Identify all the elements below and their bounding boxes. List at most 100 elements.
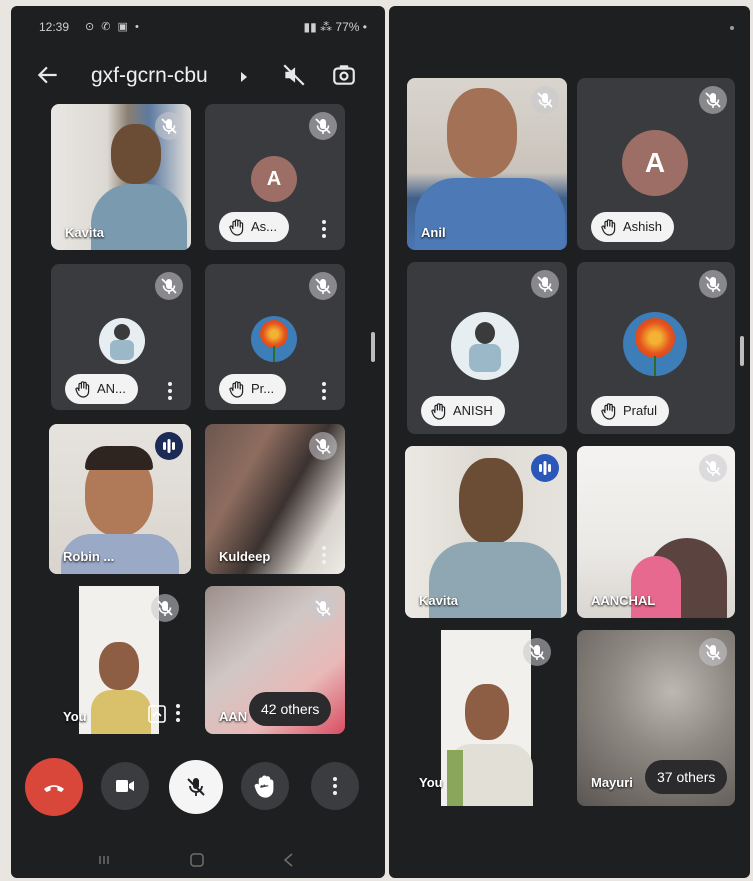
participant-name: Robin ... [63, 549, 115, 564]
participant-clothing [631, 556, 681, 618]
switch-camera-icon[interactable] [331, 62, 357, 88]
more-vert-icon[interactable] [167, 382, 173, 402]
participant-tile-as[interactable]: A As... [205, 104, 345, 250]
more-vert-icon [332, 777, 338, 797]
avatar: A [251, 156, 297, 202]
mic-off-icon [699, 270, 727, 298]
participant-name: Pr... [251, 381, 275, 396]
present-icon[interactable] [147, 704, 167, 724]
call-top-bar: gxf-gcrn-cbu [11, 54, 385, 100]
participant-name: Mayuri [591, 775, 633, 790]
mic-off-icon [309, 272, 337, 300]
participant-tile-praful[interactable]: Praful [577, 262, 735, 434]
participant-tile-kavita[interactable]: Kavita [405, 446, 567, 618]
avatar [623, 312, 687, 376]
participant-name: AAN [219, 709, 248, 724]
avatar [99, 318, 145, 364]
camera-icon [116, 780, 134, 792]
participant-name: Kuldeep [219, 549, 271, 564]
android-nav-bar [11, 846, 385, 876]
call-controls [11, 758, 385, 828]
self-tile[interactable]: You [407, 630, 567, 806]
avatar [451, 312, 519, 380]
mic-off-icon [531, 270, 559, 298]
battery-level: 77% [335, 20, 360, 34]
left-phone-screen: 12:39 ⊙ ✆ ▣ • ▮▮ ⁂ 77% • gxf-gcrn-cbu Ka… [11, 6, 385, 878]
mic-off-icon [151, 594, 179, 622]
more-options-button[interactable] [311, 762, 359, 810]
scrollbar[interactable] [371, 332, 375, 362]
participant-face [111, 124, 161, 184]
participant-name: Praful [623, 403, 657, 418]
participant-name: As... [251, 219, 278, 234]
scrollbar[interactable] [740, 336, 744, 366]
mic-off-icon [155, 272, 183, 300]
participant-tile-ashish[interactable]: A Ashish [577, 78, 735, 250]
participant-name: ANISH [453, 403, 493, 418]
participant-tile-anish[interactable]: ANISH [407, 262, 567, 434]
self-tile[interactable]: You [51, 586, 191, 734]
others-count-chip[interactable]: 37 others [645, 760, 728, 794]
raised-hand-icon [601, 402, 617, 420]
more-vert-icon[interactable] [321, 382, 327, 402]
participant-tile-robin[interactable]: Robin ... [49, 424, 191, 574]
participant-face [459, 458, 523, 544]
speaker-mute-icon[interactable] [281, 62, 307, 88]
mic-off-icon [699, 86, 727, 114]
status-right: ▮▮ ⁂ 77% • [303, 20, 367, 34]
participant-tile-anil[interactable]: Anil [407, 78, 567, 250]
end-call-icon [44, 785, 64, 792]
participant-tile-mayuri[interactable]: Mayuri 37 others [577, 630, 735, 806]
recents-icon[interactable] [97, 852, 113, 868]
participant-tile-pr[interactable]: Pr... [205, 264, 345, 410]
more-vert-icon[interactable] [321, 546, 327, 566]
participant-tile-kavita[interactable]: Kavita [51, 104, 191, 250]
participant-shirt [91, 184, 187, 250]
speaking-indicator-icon [531, 454, 559, 482]
raise-hand-button[interactable] [241, 762, 289, 810]
participant-tile-an[interactable]: AN... [51, 264, 191, 410]
nav-back-icon[interactable] [281, 852, 297, 868]
participant-face [99, 642, 139, 690]
mic-off-icon [699, 454, 727, 482]
participant-tile-kuldeep[interactable]: Kuldeep [205, 424, 345, 574]
avatar: A [622, 130, 688, 196]
avatar [251, 316, 297, 362]
microphone-button[interactable] [169, 760, 223, 814]
more-vert-icon[interactable] [321, 220, 327, 240]
end-call-button[interactable] [25, 758, 83, 816]
raised-hand-pill: As... [219, 212, 290, 242]
back-arrow-icon[interactable] [35, 62, 61, 88]
mic-off-icon [699, 638, 727, 666]
raised-hand-icon [431, 402, 447, 420]
participant-name: Kavita [419, 593, 459, 608]
meeting-code[interactable]: gxf-gcrn-cbu [91, 64, 208, 88]
mic-off-icon [155, 112, 183, 140]
participant-face [447, 88, 517, 178]
raised-hand-icon [254, 775, 274, 798]
participant-name: Ashish [623, 219, 663, 234]
participant-name: AN... [97, 381, 126, 396]
notification-icons: ⊙ ✆ ▣ • [85, 21, 141, 33]
caret-right-icon[interactable] [240, 72, 248, 82]
speaking-indicator-icon [155, 432, 183, 460]
mic-off-icon [523, 638, 551, 666]
right-phone-screen: Anil A Ashish ANISH Praful Kavita AANCHA… [389, 6, 750, 878]
more-vert-icon[interactable] [175, 704, 181, 724]
raised-hand-pill: ANISH [421, 396, 505, 426]
raised-hand-pill: Pr... [219, 374, 287, 404]
participant-name: Kavita [65, 225, 105, 240]
participant-tile-aanchal[interactable]: AANCHAL [577, 446, 735, 618]
raised-hand-icon [229, 380, 245, 398]
raised-hand-icon [75, 380, 91, 398]
raised-hand-pill: Ashish [591, 212, 675, 242]
camera-button[interactable] [101, 762, 149, 810]
raised-hand-pill: Praful [591, 396, 669, 426]
participant-name: Anil [421, 225, 446, 240]
status-dot [730, 26, 734, 30]
home-icon[interactable] [189, 852, 205, 868]
mic-off-icon [309, 112, 337, 140]
mic-off-icon [309, 594, 337, 622]
participant-tile-aan[interactable]: AAN 42 others [205, 586, 345, 734]
others-count-chip[interactable]: 42 others [249, 692, 332, 726]
